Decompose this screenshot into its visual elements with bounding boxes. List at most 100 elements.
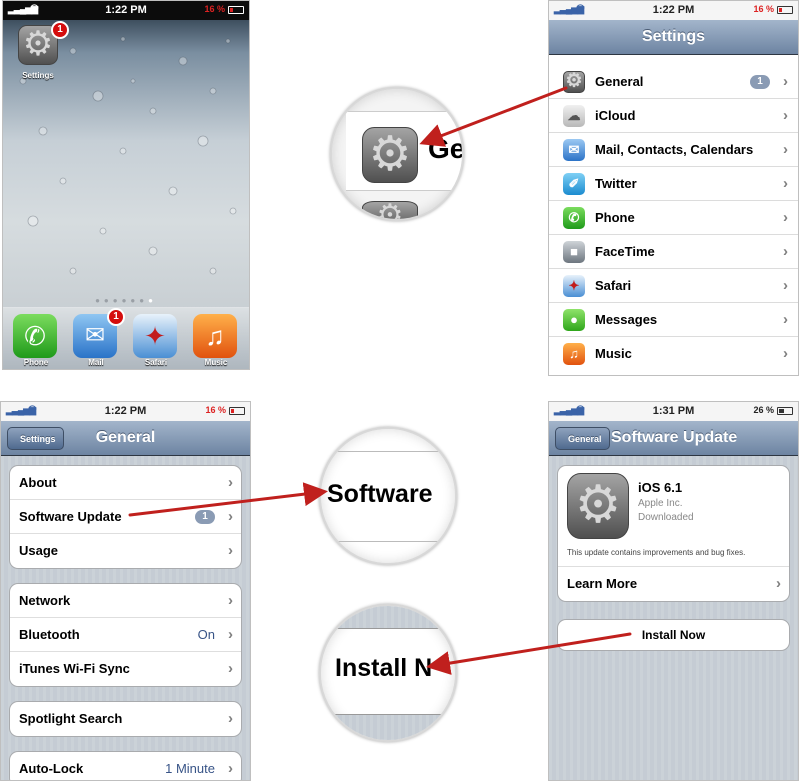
update-badge: 1 [195, 510, 215, 524]
phone-icon: ✆ [563, 207, 585, 229]
chevron-right-icon: › [228, 710, 233, 727]
compass-icon: ✦ [133, 314, 177, 358]
magnified-text: Ge [428, 133, 464, 164]
update-badge: 1 [750, 75, 770, 89]
dock-label: Safari [144, 358, 168, 367]
magnified-row-divider [321, 541, 455, 542]
page-title: Software Update [611, 429, 738, 446]
page-title: Settings [641, 28, 706, 45]
software-update-panel: ▂▃▄▅▆ ◠ 1:31 PM 26 % General Software Up… [548, 401, 799, 781]
update-name: iOS 6.1 [638, 480, 683, 495]
home-screen-panel: ▂▃▄▅▆ ◠ 1:22 PM 16 % 1 Settings ●●●●●●● … [2, 0, 250, 370]
page-title: General [95, 429, 156, 446]
magnified-row-divider [321, 451, 455, 452]
dock-app-music[interactable]: ♫ Music [193, 314, 239, 367]
dock-label: Phone [23, 358, 49, 367]
speech-bubble-icon: ● [563, 309, 585, 331]
gear-icon [362, 127, 418, 183]
row-bluetooth[interactable]: Bluetooth On › [10, 618, 241, 652]
settings-row-music[interactable]: ♫ Music › [549, 337, 798, 371]
chevron-right-icon: › [228, 592, 233, 609]
nav-bar: Settings General [1, 421, 250, 456]
dock-app-phone[interactable]: ✆ Phone [13, 314, 59, 367]
settings-app-icon[interactable]: 1 Settings [17, 21, 69, 80]
row-label: iTunes Wi-Fi Sync [19, 661, 130, 676]
settings-row-twitter[interactable]: ✐ Twitter › [549, 167, 798, 201]
dock-app-safari[interactable]: ✦ Safari [133, 314, 179, 367]
mail-badge: 1 [107, 308, 125, 326]
row-about[interactable]: About › [10, 466, 241, 500]
gear-icon [563, 71, 585, 93]
music-note-icon: ♫ [563, 343, 585, 365]
cloud-icon: ☁ [563, 105, 585, 127]
install-now-label: Install Now [641, 628, 706, 642]
row-label: Learn More [567, 576, 638, 591]
magnifier-general-icon: Ge [330, 87, 464, 221]
chevron-right-icon: › [783, 73, 788, 90]
settings-row-facetime[interactable]: ■ FaceTime › [549, 235, 798, 269]
row-label: Music [595, 346, 632, 361]
settings-row-safari[interactable]: ✦ Safari › [549, 269, 798, 303]
gear-icon [567, 473, 629, 539]
back-button[interactable]: General [555, 427, 610, 450]
row-software-update[interactable]: Software Update 1 › [10, 500, 241, 534]
nav-bar: General Software Update [549, 421, 798, 456]
row-learn-more[interactable]: Learn More › [558, 567, 789, 601]
music-note-icon: ♫ [193, 314, 237, 358]
page-dots: ●●●●●●● [95, 296, 157, 305]
row-label: Mail, Contacts, Calendars [595, 142, 754, 157]
group-about: About › Software Update 1 › Usage › [9, 465, 242, 569]
magnified-background [321, 714, 455, 740]
magnified-text: Software [327, 480, 433, 508]
update-info: iOS 6.1 Apple Inc. Downloaded This updat… [558, 466, 789, 567]
status-bar: ▂▃▄▅▆ ◠ 1:22 PM 16 % [1, 402, 250, 421]
row-value: On [197, 627, 215, 642]
row-network[interactable]: Network › [10, 584, 241, 618]
battery-icon [229, 407, 245, 415]
row-label: Spotlight Search [19, 711, 123, 726]
battery-icon [228, 6, 244, 14]
dock-app-mail[interactable]: ✉ 1 Mail [73, 308, 125, 367]
battery-percent: 16 % [205, 405, 226, 415]
chevron-right-icon: › [783, 277, 788, 294]
row-label: General [595, 74, 644, 89]
status-bar: ▂▃▄▅▆ ◠ 1:22 PM 16 % [549, 1, 798, 20]
row-spotlight-search[interactable]: Spotlight Search › [10, 702, 241, 736]
row-label: Messages [595, 312, 658, 327]
settings-row-icloud[interactable]: ☁ iCloud › [549, 99, 798, 133]
battery-percent: 16 % [753, 4, 774, 14]
settings-row-phone[interactable]: ✆ Phone › [549, 201, 798, 235]
chevron-right-icon: › [228, 626, 233, 643]
row-usage[interactable]: Usage › [10, 534, 241, 568]
magnified-row-divider [321, 628, 455, 629]
chevron-right-icon: › [228, 542, 233, 559]
chevron-right-icon: › [783, 345, 788, 362]
row-auto-lock[interactable]: Auto-Lock 1 Minute › [10, 752, 241, 780]
phone-app-icon: ✆ [13, 314, 57, 358]
settings-row-messages[interactable]: ● Messages › [549, 303, 798, 337]
battery-icon [777, 6, 793, 14]
group-autolock: Auto-Lock 1 Minute › [9, 751, 242, 780]
install-now-button[interactable]: Install Now [557, 619, 790, 651]
dock-label: Mail [88, 358, 104, 367]
row-label: Auto-Lock [19, 761, 84, 776]
settings-row-mail[interactable]: ✉ Mail, Contacts, Calendars › [549, 133, 798, 167]
settings-row-general[interactable]: General 1 › [549, 65, 798, 99]
chevron-right-icon: › [776, 575, 781, 592]
battery-icon [777, 407, 793, 415]
row-label: Twitter [595, 176, 637, 191]
row-itunes-wifi-sync[interactable]: iTunes Wi-Fi Sync › [10, 652, 241, 686]
chevron-right-icon: › [783, 209, 788, 226]
dock-label: Music [204, 358, 228, 367]
chevron-right-icon: › [783, 311, 788, 328]
chevron-right-icon: › [783, 107, 788, 124]
back-button[interactable]: Settings [7, 427, 64, 450]
magnified-background [321, 606, 455, 628]
envelope-icon: ✉ [563, 139, 585, 161]
row-label: About [19, 475, 57, 490]
chevron-right-icon: › [228, 660, 233, 677]
settings-list: General 1 › ☁ iCloud › ✉ Mail, Contacts,… [549, 65, 798, 371]
update-description: This update contains improvements and bu… [567, 548, 746, 557]
battery-percent: 16 % [204, 4, 225, 14]
general-panel: ▂▃▄▅▆ ◠ 1:22 PM 16 % Settings General Ab… [0, 401, 251, 781]
